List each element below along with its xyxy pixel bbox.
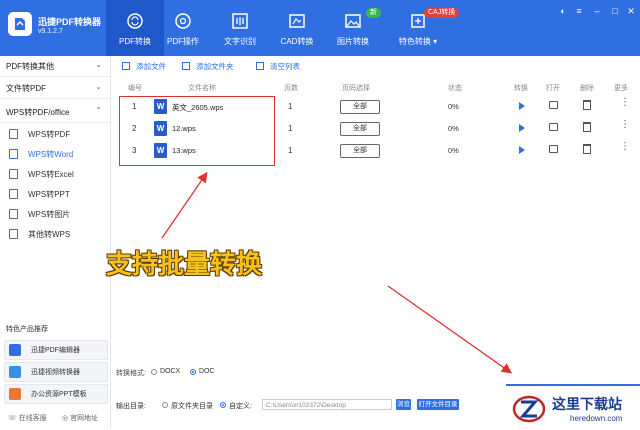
tab-cad[interactable]: CAD转换 xyxy=(268,0,326,56)
highlight-box xyxy=(119,96,275,166)
caj-badge: CAJ转换 xyxy=(424,8,460,18)
chevron-down-icon: ⌄ xyxy=(95,82,102,91)
tab-label: PDF操作 xyxy=(167,37,199,46)
maximize-icon[interactable]: □ xyxy=(610,6,620,16)
ppt-icon xyxy=(9,388,21,400)
format-label: 转换格式: xyxy=(116,370,146,377)
play-icon[interactable] xyxy=(519,124,525,132)
tab-ocr[interactable]: 文字识别 xyxy=(211,0,269,56)
folder-icon[interactable] xyxy=(549,123,558,131)
more-icon[interactable]: ⋮ xyxy=(620,142,630,152)
tab-label: 图片转换 xyxy=(337,37,369,46)
video-icon xyxy=(9,366,21,378)
watermark-en: heredown.com xyxy=(570,414,623,423)
output-radio-custom[interactable] xyxy=(220,402,226,408)
sidebar: PDF转换其他 ⌄ 文件转PDF ⌄ WPS转PDF/office ⌃ WPS转PDF… xyxy=(0,56,111,428)
browse-button[interactable]: 浏览 xyxy=(396,399,411,410)
headset-icon: ☏ xyxy=(8,415,17,422)
pdf-editor-icon xyxy=(9,344,21,356)
online-service-link[interactable]: ☏ 在线客服 xyxy=(8,413,47,423)
trash-icon[interactable] xyxy=(583,122,591,132)
image-icon xyxy=(9,209,18,219)
new-badge: 新 xyxy=(366,8,381,18)
arrow-to-files xyxy=(161,171,208,239)
sidebar-item-other-to-wps[interactable]: 其他转WPS xyxy=(0,224,110,244)
cad-icon xyxy=(289,14,305,28)
app-logo xyxy=(8,12,32,36)
document-icon xyxy=(9,189,18,199)
format-radio-doc[interactable] xyxy=(190,369,196,375)
chevron-down-icon: ⌄ xyxy=(95,60,102,69)
menu-icon[interactable]: ≡ xyxy=(574,6,584,16)
gear-circle-icon xyxy=(175,13,191,29)
arrow-to-start xyxy=(387,285,513,374)
sidebar-item-wps-to-image[interactable]: WPS转图片 xyxy=(0,204,110,224)
close-icon[interactable]: ✕ xyxy=(626,6,636,16)
site-logo-icon xyxy=(512,395,546,423)
trash-icon[interactable] xyxy=(583,100,591,110)
document-icon xyxy=(9,169,18,179)
image-icon xyxy=(345,14,361,28)
more-icon[interactable]: ⋮ xyxy=(620,120,630,130)
output-label: 输出目录: xyxy=(116,403,146,410)
sidebar-section-pdf-other[interactable]: PDF转换其他 ⌄ xyxy=(0,56,110,77)
tab-label: 文字识别 xyxy=(224,37,256,46)
play-icon[interactable] xyxy=(519,102,525,110)
page-range-select[interactable]: 全部 xyxy=(340,100,380,114)
refresh-icon xyxy=(127,13,143,29)
app-name: 迅捷PDF转换器 xyxy=(38,17,102,27)
table-header: 编号 文件名称 页数 页码选择 状态 转换 打开 删除 更多 xyxy=(128,85,628,92)
trash-icon[interactable] xyxy=(583,144,591,154)
sidebar-item-wps-to-excel[interactable]: WPS转Excel xyxy=(0,164,110,184)
page-range-select[interactable]: 全部 xyxy=(340,144,380,158)
status-text: 0% xyxy=(448,124,459,133)
website-link[interactable]: ◎ 官网地址 xyxy=(62,413,98,423)
folder-icon[interactable] xyxy=(549,101,558,109)
status-text: 0% xyxy=(448,146,459,155)
tab-label: CAD转换 xyxy=(280,37,314,46)
app-version: v9.1.2.7 xyxy=(38,28,63,35)
output-path-input[interactable]: C:\Users\xr102372\Desktop xyxy=(262,399,392,410)
minimize-icon[interactable]: – xyxy=(592,6,602,16)
skin-icon[interactable]: ◐ xyxy=(558,6,568,16)
sidebar-section-wps[interactable]: WPS转PDF/office ⌃ xyxy=(0,102,110,123)
tab-pdf-operate[interactable]: PDF操作 xyxy=(154,0,212,56)
app-header: 迅捷PDF转换器 v9.1.2.7 PDF转换 PDF操作 文字识别 CAD转换… xyxy=(0,0,640,56)
sidebar-item-wps-to-word[interactable]: WPS转Word xyxy=(0,144,110,164)
caption-text: 支持批量转换 xyxy=(106,249,263,279)
add-folder-icon xyxy=(182,62,190,70)
feature-video-converter[interactable]: 迅捷视频转换器 xyxy=(4,362,108,382)
document-icon xyxy=(9,149,18,159)
clear-icon xyxy=(256,62,264,70)
output-radio-original[interactable] xyxy=(162,402,168,408)
add-file-button[interactable]: 添加文件 xyxy=(122,61,166,73)
add-file-icon xyxy=(122,62,130,70)
chevron-up-icon: ⌃ xyxy=(95,106,102,115)
tab-label: 特色转换 ▾ xyxy=(398,37,438,46)
scan-text-icon xyxy=(232,13,248,29)
feature-pdf-editor[interactable]: 迅捷PDF编辑器 xyxy=(4,340,108,360)
feature-title: 特色产品推荐 xyxy=(6,326,48,333)
sidebar-section-file-to-pdf[interactable]: 文件转PDF ⌄ xyxy=(0,78,110,99)
clear-list-button[interactable]: 清空列表 xyxy=(256,61,300,73)
play-icon[interactable] xyxy=(519,146,525,154)
document-icon xyxy=(9,229,18,239)
open-folder-button[interactable]: 打开文件目录 xyxy=(417,399,459,410)
sidebar-item-wps-to-ppt[interactable]: WPS转PPT xyxy=(0,184,110,204)
status-text: 0% xyxy=(448,102,459,111)
sidebar-item-wps-to-pdf[interactable]: WPS转PDF xyxy=(0,124,110,144)
globe-icon: ◎ xyxy=(62,415,69,422)
add-folder-button[interactable]: 添加文件夹 xyxy=(182,61,234,73)
format-radio-docx[interactable] xyxy=(151,369,157,375)
watermark: 这里下载站 heredown.com xyxy=(506,384,640,430)
more-icon[interactable]: ⋮ xyxy=(620,98,630,108)
page-range-select[interactable]: 全部 xyxy=(340,122,380,136)
document-icon xyxy=(9,129,18,139)
feature-ppt-template[interactable]: 办公资源PPT模板 xyxy=(4,384,108,404)
folder-icon[interactable] xyxy=(549,145,558,153)
watermark-cn: 这里下载站 xyxy=(552,396,622,412)
